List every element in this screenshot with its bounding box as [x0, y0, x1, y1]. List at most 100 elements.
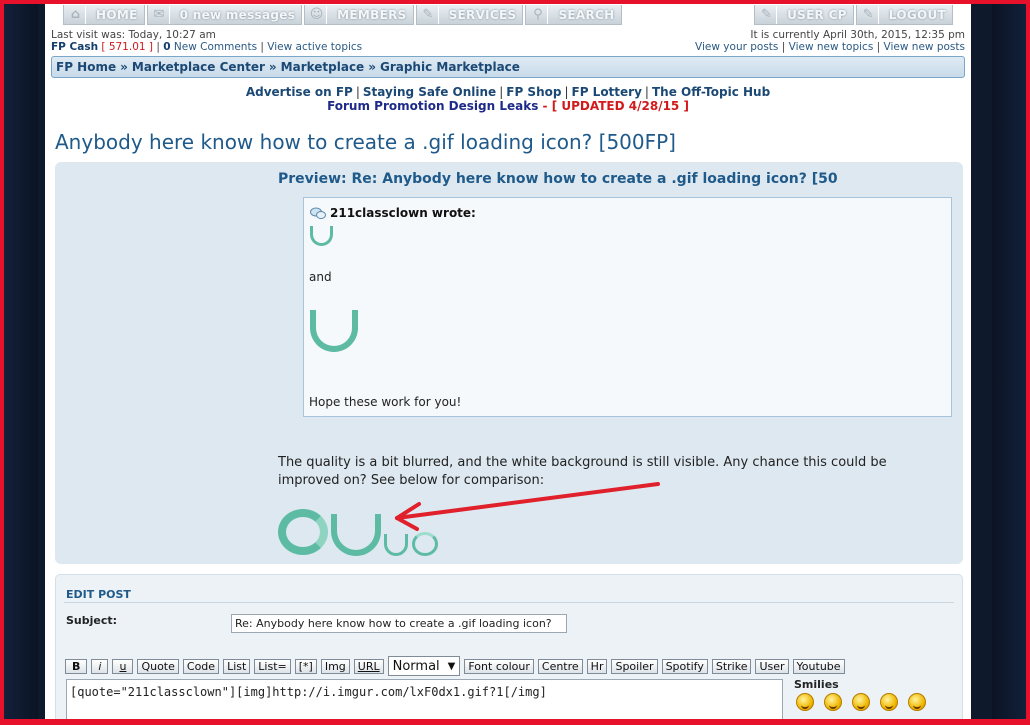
- nav-logout-button[interactable]: ✎ LOGOUT: [855, 5, 953, 25]
- font-size-select[interactable]: Normal ▼: [387, 656, 461, 676]
- current-time: It is currently April 30th, 2015, 12:35 …: [750, 29, 965, 41]
- strike-button[interactable]: Strike: [711, 658, 752, 674]
- breadcrumb-item-marketplace[interactable]: Marketplace: [281, 60, 365, 74]
- home-icon: ⌂: [66, 5, 86, 24]
- envelope-icon: ✉: [150, 5, 170, 24]
- nav-search-button[interactable]: ⚲ SEARCH: [525, 5, 622, 25]
- nav-members-button[interactable]: ☺ MEMBERS: [304, 5, 414, 25]
- updated-badge: [ UPDATED 4/28/15 ]: [551, 99, 689, 113]
- members-icon: ☺: [307, 5, 328, 24]
- italic-button[interactable]: i: [91, 658, 109, 674]
- list-item-button[interactable]: [*]: [294, 658, 317, 674]
- promo-links: Advertise on FP | Staying Safe Online | FP S…: [45, 85, 971, 113]
- nav-logout-label: LOGOUT: [888, 7, 946, 22]
- post-preview: Preview: Re: Anybody here know how to cr…: [55, 162, 963, 564]
- view-your-posts-link[interactable]: View your posts: [695, 41, 778, 53]
- wrench-icon: ✎: [757, 5, 778, 24]
- dash: -: [542, 99, 548, 113]
- message-textarea[interactable]: [quote="211classclown"][img]http://i.img…: [66, 679, 783, 719]
- font-size-value: Normal: [392, 658, 440, 674]
- wink-icon[interactable]: [824, 693, 842, 711]
- new-comments-count: 0: [163, 41, 171, 53]
- nav-home-label: HOME: [96, 7, 138, 22]
- user-info-bar: Last visit was: Today, 10:27 am FP Cash …: [45, 26, 971, 53]
- quote-block: 211classclown wrote: and Hope these work…: [303, 197, 952, 417]
- loading-ring-small: [310, 226, 333, 246]
- fp-cash-row: FP Cash [ 571.01 ] | 0 New Comments | Vi…: [51, 41, 363, 53]
- user-info-left: Last visit was: Today, 10:27 am FP Cash …: [51, 29, 362, 53]
- hr-button[interactable]: Hr: [586, 658, 608, 674]
- smile-icon[interactable]: [796, 693, 814, 711]
- view-new-topics-link[interactable]: View new topics: [789, 41, 874, 53]
- user-info-right: It is currently April 30th, 2015, 12:35 …: [695, 29, 965, 53]
- comparison-ring-4: [412, 532, 438, 556]
- view-new-posts-link[interactable]: View new posts: [884, 41, 965, 53]
- list-button[interactable]: List: [223, 658, 251, 674]
- bold-button[interactable]: B: [65, 658, 88, 674]
- wrench-icon: ✎: [859, 5, 879, 24]
- link-design-leaks[interactable]: Forum Promotion Design Leaks: [327, 99, 538, 113]
- link-fp-lottery[interactable]: FP Lottery: [572, 85, 642, 99]
- quote-and: and: [309, 270, 332, 284]
- wrench-icon: ✎: [419, 5, 439, 24]
- breadcrumb-item-fp-home[interactable]: FP Home: [56, 60, 116, 74]
- code-button[interactable]: Code: [182, 658, 220, 674]
- nav-usercp-label: USER CP: [787, 7, 847, 22]
- breadcrumb: FP Home » Marketplace Center » Marketpla…: [51, 56, 965, 78]
- subject-input[interactable]: [231, 614, 567, 633]
- view-active-topics-link[interactable]: View active topics: [267, 41, 362, 53]
- nav-messages-button[interactable]: ✉ 0 new messages: [146, 5, 303, 25]
- quote-hope: Hope these work for you!: [309, 395, 462, 409]
- edit-post-panel: EDIT POST Subject: B i u Quote Code List…: [55, 574, 963, 719]
- comparison-ring-2: [331, 514, 381, 556]
- preview-heading: Preview: Re: Anybody here know how to cr…: [278, 171, 838, 187]
- quote-button[interactable]: Quote: [137, 658, 179, 674]
- fp-cash-label: FP Cash: [51, 41, 99, 53]
- nav-messages-label: 0 new messages: [179, 7, 296, 22]
- user-button[interactable]: User: [755, 658, 789, 674]
- subject-label: Subject:: [66, 614, 118, 627]
- url-button[interactable]: URL: [353, 658, 384, 674]
- breadcrumb-item-graphic-marketplace[interactable]: Graphic Marketplace: [380, 60, 520, 74]
- comparison-ring-1: [278, 509, 328, 555]
- centre-button[interactable]: Centre: [537, 658, 583, 674]
- ordered-list-button[interactable]: List=: [254, 658, 291, 674]
- comparison-ring-3: [384, 534, 408, 556]
- nav-usercp-button[interactable]: ✎ USER CP: [754, 5, 854, 25]
- youtube-button[interactable]: Youtube: [792, 658, 845, 674]
- tongue-icon[interactable]: [880, 693, 898, 711]
- breadcrumb-item-marketplace-center[interactable]: Marketplace Center: [132, 60, 265, 74]
- page-frame: ⌂ HOME ✉ 0 new messages ☺ MEMBERS ✎ SERV…: [4, 4, 1026, 719]
- spotify-button[interactable]: Spotify: [661, 658, 708, 674]
- quote-author: 211classclown wrote:: [330, 206, 476, 220]
- link-fp-shop[interactable]: FP Shop: [506, 85, 561, 99]
- divider: [64, 602, 954, 603]
- loading-ring-large: [310, 310, 358, 352]
- cool-icon[interactable]: [908, 693, 926, 711]
- link-staying-safe[interactable]: Staying Safe Online: [363, 85, 496, 99]
- fp-cash-value: [ 571.01 ]: [101, 41, 153, 53]
- smilies-label: Smilies: [794, 678, 839, 691]
- promo-links-row: Advertise on FP | Staying Safe Online | FP S…: [245, 85, 771, 99]
- spoiler-button[interactable]: Spoiler: [611, 658, 658, 674]
- grin-icon[interactable]: [852, 693, 870, 711]
- underline-button[interactable]: u: [112, 658, 134, 674]
- nav-home-button[interactable]: ⌂ HOME: [63, 5, 145, 25]
- red-arrow-annotation: [395, 482, 660, 531]
- img-button[interactable]: Img: [320, 658, 350, 674]
- last-visit: Last visit was: Today, 10:27 am: [51, 29, 216, 41]
- edit-post-heading: EDIT POST: [66, 588, 131, 601]
- link-advertise[interactable]: Advertise on FP: [246, 85, 353, 99]
- search-icon: ⚲: [528, 5, 549, 24]
- font-colour-button[interactable]: Font colour: [464, 658, 534, 674]
- topic-title[interactable]: Anybody here know how to create a .gif l…: [55, 130, 971, 154]
- link-off-topic-hub[interactable]: The Off-Topic Hub: [652, 85, 770, 99]
- nav-services-button[interactable]: ✎ SERVICES: [415, 5, 524, 25]
- chevron-down-icon: ▼: [447, 660, 456, 672]
- smilies-row: [796, 693, 936, 711]
- speech-bubble-icon: [310, 207, 326, 220]
- new-comments-link[interactable]: New Comments: [174, 41, 257, 53]
- nav-members-label: MEMBERS: [337, 7, 407, 22]
- quote-header: 211classclown wrote:: [310, 206, 476, 220]
- nav-services-label: SERVICES: [448, 7, 517, 22]
